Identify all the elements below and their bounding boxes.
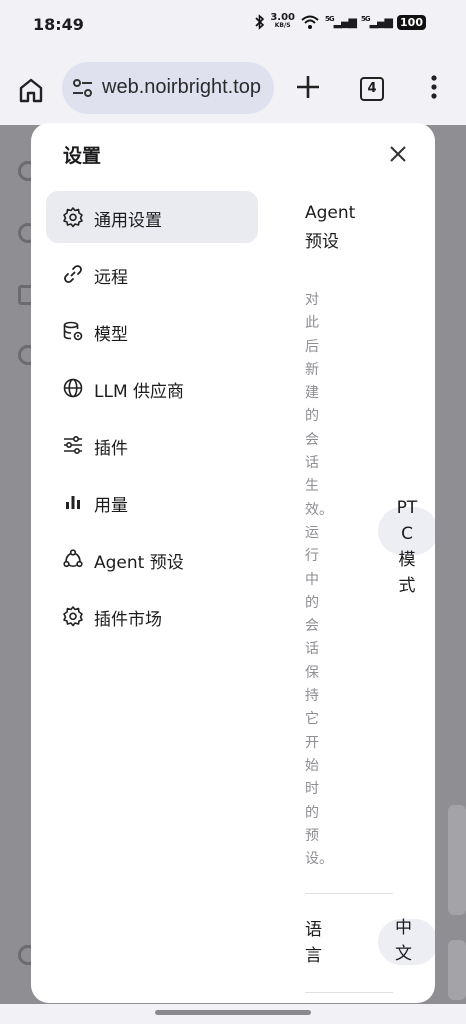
gear-icon: [63, 207, 83, 228]
browser-toolbar: web.noirbright.top 4: [0, 55, 466, 121]
net-speed-value: 3.00: [270, 12, 295, 23]
signal-1: 5G▂▄▆: [325, 15, 357, 29]
nav-item-general[interactable]: 通用设置: [46, 191, 258, 243]
database-gear-icon: [63, 321, 83, 341]
nav-item-label: LLM 供应商: [94, 382, 185, 402]
nav-item-remote[interactable]: 远程: [46, 248, 258, 300]
status-icons: 3.00 KB/S 5G▂▄▆ 5G▂▄▆ 100: [255, 12, 426, 30]
nav-item-label: 模型: [94, 325, 128, 345]
browser-menu-button[interactable]: [426, 73, 442, 101]
battery-indicator: 100: [397, 14, 426, 30]
modal-title: 设置: [63, 145, 102, 167]
nav-item-label: Agent 预设: [94, 553, 184, 573]
net-speed: 3.00 KB/S: [270, 12, 295, 30]
home-button[interactable]: [16, 75, 46, 105]
divider: [305, 893, 393, 894]
home-icon: [19, 78, 43, 103]
bar-chart-icon: [66, 496, 80, 509]
bluetooth-icon: [255, 14, 265, 30]
signal-2-label: 5G: [361, 15, 371, 24]
nav-item-plugin-market[interactable]: 插件市场: [46, 590, 258, 642]
agent-preset-description: 对此后新建的会话生效。运行中的会话保持它开始时的预设。: [305, 292, 333, 868]
signal-2: 5G▂▄▆: [361, 15, 393, 29]
url-text: web.noirbright.top: [102, 76, 261, 98]
status-time: 18:49: [33, 15, 84, 34]
settings-content: Agent 预设 对此后新建的会话生效。运行中的会话保持它开始时的预设。 PTC…: [293, 123, 435, 1003]
nav-item-label: 插件: [94, 439, 128, 459]
link-icon: [64, 265, 82, 283]
url-bar[interactable]: web.noirbright.top: [62, 62, 274, 114]
nav-item-models[interactable]: 模型: [46, 305, 258, 357]
gear-icon: [63, 606, 83, 627]
globe-icon: [63, 378, 83, 398]
nav-item-plugins[interactable]: 插件: [46, 419, 258, 471]
status-bar: 18:49 3.00 KB/S 5G▂▄▆ 5G▂▄▆ 100: [0, 0, 466, 50]
language-label: 语言: [305, 920, 322, 966]
sliders-icon: [64, 435, 82, 455]
net-speed-unit: KB/S: [274, 22, 291, 29]
tabs-button[interactable]: 4: [360, 77, 384, 101]
nav-item-label: 用量: [94, 496, 128, 516]
site-settings-icon: [73, 79, 92, 97]
agent-preset-value: PTC 模式: [396, 498, 418, 596]
agent-preset-title: Agent 预设: [305, 203, 356, 252]
signal-1-label: 5G: [325, 15, 335, 24]
nav-item-label: 通用设置: [94, 211, 162, 231]
divider: [305, 992, 393, 993]
language-value: 中文: [395, 918, 412, 964]
new-tab-button[interactable]: [294, 73, 322, 101]
more-vert-icon: [431, 75, 437, 99]
nav-item-agent-presets[interactable]: Agent 预设: [46, 533, 258, 585]
wifi-icon: [301, 15, 319, 29]
plus-icon: [297, 76, 319, 98]
nav-item-usage[interactable]: 用量: [46, 476, 258, 528]
settings-nav: 通用设置 远程 模型 LLM 供应商 插件 用量 Agent 预设 插件市场: [46, 191, 258, 647]
settings-modal: 设置 通用设置 远程 模型 LLM 供应商 插件 用量 Agent 预设 插件市…: [31, 123, 435, 1003]
nav-item-label: 远程: [94, 268, 128, 288]
nodes-icon: [63, 549, 83, 568]
backdrop-card: [448, 805, 466, 915]
nav-item-label: 插件市场: [94, 610, 162, 630]
backdrop-card: [448, 940, 466, 1000]
site-settings-button[interactable]: [70, 76, 96, 100]
nav-item-llm-providers[interactable]: LLM 供应商: [46, 362, 258, 414]
home-indicator[interactable]: [155, 1010, 311, 1015]
